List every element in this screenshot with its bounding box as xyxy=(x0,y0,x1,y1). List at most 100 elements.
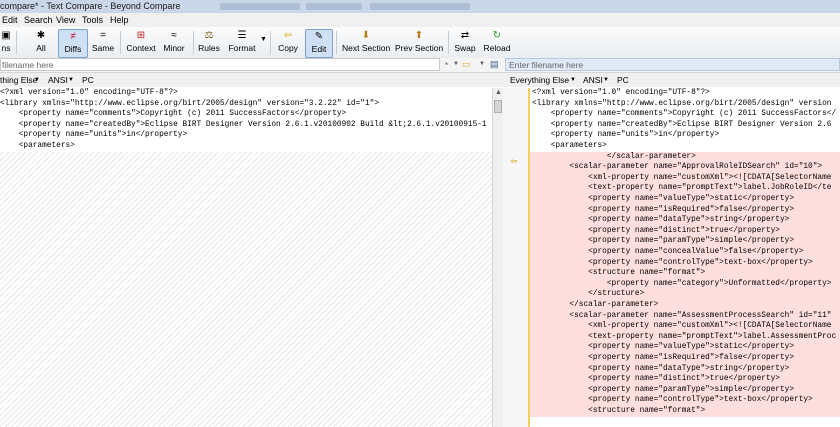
diff-code-line: <xml-property name="customXml"><![CDATA[… xyxy=(530,172,840,184)
right-path-input[interactable]: Enter filename here xyxy=(505,58,840,71)
right-encoding-select[interactable]: ANSI xyxy=(583,73,603,87)
diff-code-line: <structure name="format"> xyxy=(530,406,840,417)
prev-section-icon: ⬆ xyxy=(414,30,424,41)
diff-code-line: <property name="concealValue">false</pro… xyxy=(530,247,840,258)
left-text-pane[interactable]: <?xml version="1.0" encoding="UTF-8"?> <… xyxy=(0,88,492,427)
diff-code-line: <property name="paramType">simple</prope… xyxy=(530,236,840,247)
toolbar-separator xyxy=(270,31,271,54)
diff-code-line: <property name="distinct">true</property… xyxy=(530,374,840,385)
diff-code-line: <property name="isRequired">false</prope… xyxy=(530,353,840,364)
left-encoding-dropdown-icon[interactable]: ▼ xyxy=(68,73,74,87)
all-icon: ✱ xyxy=(36,30,46,41)
diff-code-line: <property name="valueType">static</prope… xyxy=(530,194,840,205)
toolbar-separator xyxy=(16,31,17,54)
code-line: <parameters> xyxy=(532,142,607,150)
diff-code-line: </scalar-parameter> xyxy=(530,300,840,311)
rules-button[interactable]: ⚖ Rules xyxy=(197,29,221,56)
diff-code-line: <scalar-parameter name="ApprovalRoleIDSe… xyxy=(530,162,840,173)
right-format-select[interactable]: Everything Else xyxy=(510,73,569,87)
menu-search[interactable]: Search xyxy=(24,13,53,27)
format-button[interactable]: ☰ Format xyxy=(226,29,258,56)
toolbar-separator xyxy=(120,31,121,54)
diff-code-line: <text-property name="promptText">label.A… xyxy=(530,331,840,343)
diff-code-line: <property name="controlType">text-box</p… xyxy=(530,395,840,406)
title-bar: compare* - Text Compare - Beyond Compare xyxy=(0,0,840,13)
path-bar: filename here ◔ ▼ ▭ ▼ ▤ Enter filename h… xyxy=(0,58,840,73)
diff-code-line: </scalar-parameter> xyxy=(530,151,840,163)
context-button[interactable]: ⊞ Context xyxy=(124,29,158,56)
right-line-ending[interactable]: PC xyxy=(617,73,629,87)
menu-view[interactable]: View xyxy=(56,13,75,27)
minor-icon: ≈ xyxy=(171,30,177,41)
swap-button[interactable]: ⇄ Swap xyxy=(453,29,477,56)
reload-button[interactable]: ↻ Reload xyxy=(483,29,511,56)
title-tab-blur xyxy=(220,3,300,10)
title-tab-blur xyxy=(306,3,362,10)
sessions-icon: ▣ xyxy=(1,30,11,41)
edit-icon: ✎ xyxy=(314,31,324,42)
format-dropdown-arrow-icon[interactable]: ▼ xyxy=(260,36,267,43)
title-tab-blur xyxy=(370,3,470,10)
browse-history-icon[interactable]: ◔ xyxy=(443,58,448,71)
diff-code-line: <property name="dataType">string</proper… xyxy=(530,363,840,375)
diff-code-line: <property name="dataType">string</proper… xyxy=(530,215,840,226)
diffs-button[interactable]: ≠ Diffs xyxy=(58,29,88,58)
swap-icon: ⇄ xyxy=(460,30,470,41)
toolbar: ▣ ns ✱ All ≠ Diffs = Same ⊞ Context ≈ Minor ⚖ R… xyxy=(0,27,840,59)
menu-help[interactable]: Help xyxy=(110,13,129,27)
minor-button[interactable]: ≈ Minor xyxy=(160,29,188,56)
diff-code-line: <property name="category">Unformatted</p… xyxy=(530,278,840,290)
code-line: <?xml version="1.0" encoding="UTF-8"?> xyxy=(0,88,492,99)
history-dropdown-icon[interactable]: ▼ xyxy=(453,58,459,71)
rules-icon: ⚖ xyxy=(204,30,214,41)
diff-code-line: <property name="controlType">text-box</p… xyxy=(530,257,840,269)
left-format-dropdown-icon[interactable]: ▼ xyxy=(34,73,40,87)
folder-dropdown-icon[interactable]: ▼ xyxy=(479,58,485,71)
diff-code-line: <text-property name="promptText">label.J… xyxy=(530,183,840,194)
left-path-input[interactable]: filename here xyxy=(0,58,440,71)
right-format-dropdown-icon[interactable]: ▼ xyxy=(570,73,576,87)
all-button[interactable]: ✱ All xyxy=(28,29,54,56)
same-icon: = xyxy=(100,30,106,41)
context-icon: ⊞ xyxy=(136,30,146,41)
right-encoding-dropdown-icon[interactable]: ▼ xyxy=(603,73,609,87)
next-section-button[interactable]: ⬇ Next Section xyxy=(342,29,390,56)
menu-edit[interactable]: Edit xyxy=(2,13,18,27)
left-line-ending[interactable]: PC xyxy=(82,73,94,87)
next-section-icon: ⬇ xyxy=(361,30,371,41)
same-button[interactable]: = Same xyxy=(90,29,116,56)
open-folder-icon[interactable]: ▭ xyxy=(462,58,471,71)
diff-code-line: <property name="paramType">simple</prope… xyxy=(530,384,840,396)
left-encoding-select[interactable]: ANSI xyxy=(48,73,68,87)
prev-section-button[interactable]: ⬆ Prev Section xyxy=(395,29,443,56)
right-format-bar: Everything Else ▼ ANSI ▼ PC xyxy=(503,73,840,87)
scroll-thumb[interactable] xyxy=(494,100,502,113)
format-icon: ☰ xyxy=(237,30,247,41)
diff-gutter: ⇦ xyxy=(503,88,530,427)
diff-code-line: <property name="valueType">static</prope… xyxy=(530,342,840,353)
toolbar-separator xyxy=(193,31,194,54)
code-line: <library xmlns="http://www.eclipse.org/b… xyxy=(0,98,492,110)
right-text-pane[interactable]: <?xml version="1.0" encoding="UTF-8"?> <l… xyxy=(530,88,840,427)
window-title: compare* - Text Compare - Beyond Compare xyxy=(0,1,181,11)
code-line: <property name="createdBy">Eclipse BIRT … xyxy=(0,119,492,131)
save-icon[interactable]: ▤ xyxy=(490,58,499,71)
code-line: <parameters> xyxy=(0,141,492,152)
edit-button[interactable]: ✎ Edit xyxy=(305,29,333,58)
diff-code-line: <xml-property name="customXml"><![CDATA[… xyxy=(530,321,840,332)
menu-tools[interactable]: Tools xyxy=(82,13,103,27)
diff-code-line: </structure> xyxy=(530,289,840,300)
copy-button[interactable]: ⇦ Copy xyxy=(275,29,301,56)
toolbar-separator xyxy=(448,31,449,54)
sessions-button[interactable]: ▣ ns xyxy=(0,29,12,56)
diffs-icon: ≠ xyxy=(70,31,76,42)
left-format-select[interactable]: thing Else xyxy=(0,73,37,87)
code-line: <library xmlns="http://www.eclipse.org/b… xyxy=(532,99,832,108)
reload-icon: ↻ xyxy=(492,30,502,41)
menu-bar: Edit Search View Tools Help xyxy=(0,13,840,27)
code-line: <?xml version="1.0" encoding="UTF-8"?> xyxy=(532,89,710,97)
copy-to-left-arrow-icon[interactable]: ⇦ xyxy=(510,156,518,167)
code-line: <property name="comments">Copyright (c) … xyxy=(532,110,837,119)
diff-code-line: <scalar-parameter name="AssessmentProces… xyxy=(530,310,840,322)
diff-code-line: <property name="distinct">true</property… xyxy=(530,225,840,237)
